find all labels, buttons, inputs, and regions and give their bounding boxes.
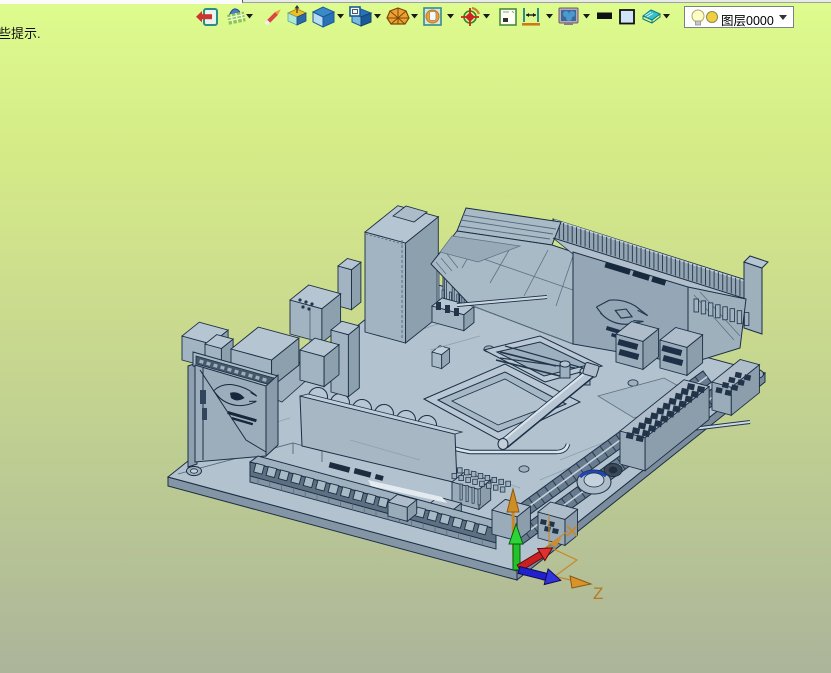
svg-text:Z: Z: [593, 584, 603, 603]
